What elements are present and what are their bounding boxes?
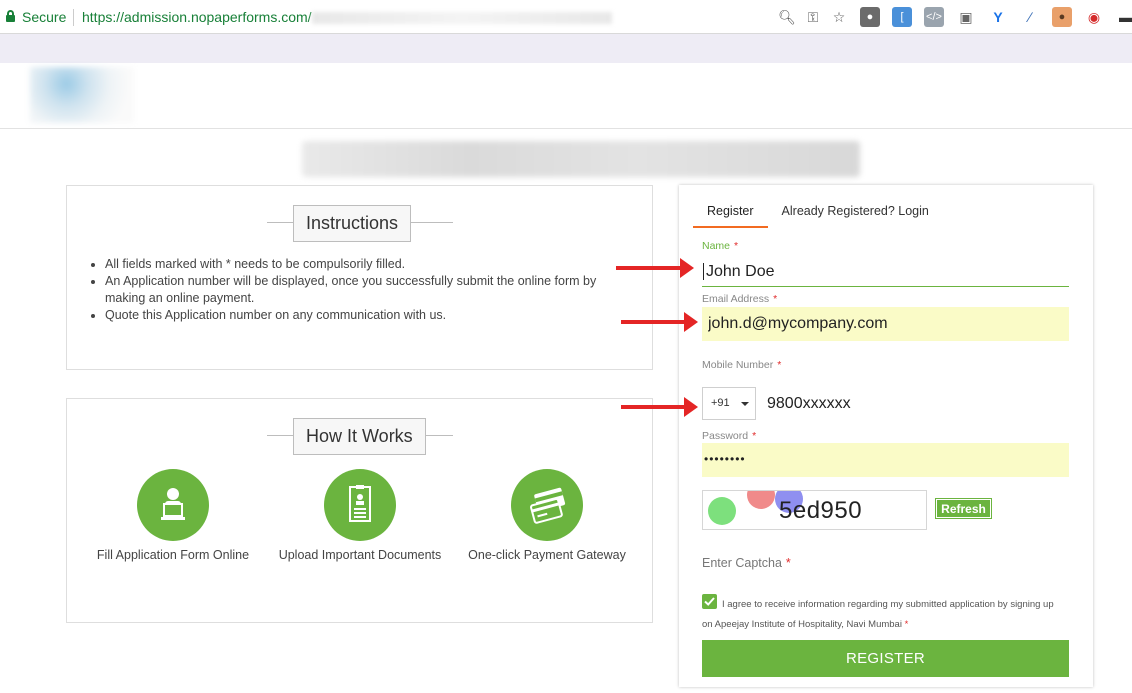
agree-checkbox[interactable] bbox=[702, 594, 717, 609]
form-tabs: Register Already Registered? Login bbox=[693, 204, 943, 228]
captcha-label-text: Enter Captcha bbox=[702, 556, 782, 570]
refresh-captcha-button[interactable]: Refresh bbox=[936, 499, 991, 518]
url-text[interactable]: https://admission.nopaperforms.com/ bbox=[82, 9, 312, 25]
tab-register[interactable]: Register bbox=[693, 204, 768, 228]
person-laptop-icon bbox=[137, 469, 209, 541]
extension-y-icon[interactable]: Y bbox=[988, 7, 1008, 27]
register-button[interactable]: REGISTER bbox=[702, 640, 1069, 677]
star-icon[interactable]: ☆ bbox=[830, 8, 848, 26]
url-redacted bbox=[312, 12, 612, 24]
camera-icon[interactable]: ▣ bbox=[956, 7, 976, 27]
list-item: An Application number will be displayed,… bbox=[105, 273, 625, 307]
how-step-label: Fill Application Form Online bbox=[96, 548, 250, 562]
annotation-arrow-icon bbox=[621, 397, 698, 417]
password-label: Password * bbox=[702, 430, 756, 442]
how-step-payment: One-click Payment Gateway bbox=[457, 469, 637, 562]
extension-code-icon[interactable]: </> bbox=[924, 7, 944, 27]
registration-form: Register Already Registered? Login Name *… bbox=[679, 185, 1093, 687]
required-mark: * bbox=[773, 293, 778, 305]
institute-logo bbox=[30, 67, 134, 123]
agree-text-content: I agree to receive information regarding… bbox=[702, 599, 1054, 630]
eyedropper-icon[interactable]: ∕ bbox=[1020, 7, 1040, 27]
site-header bbox=[0, 63, 1132, 129]
captcha-image: 5ed950 bbox=[702, 490, 927, 530]
instructions-panel: Instructions All fields marked with * ne… bbox=[66, 185, 653, 370]
password-field[interactable]: •••••••• bbox=[702, 443, 1069, 477]
extension-bulb-icon[interactable]: ● bbox=[860, 7, 880, 27]
email-field[interactable] bbox=[702, 307, 1069, 341]
how-it-works-panel: How It Works Fill Application Form Onlin… bbox=[66, 398, 653, 623]
extension-bracket-icon[interactable]: [ bbox=[892, 7, 912, 27]
country-code-value: +91 bbox=[711, 397, 730, 409]
agree-text: I agree to receive information regarding… bbox=[702, 595, 1062, 635]
key-icon[interactable]: ⚿ bbox=[804, 8, 822, 26]
browser-address-bar[interactable]: Secure https://admission.nopaperforms.co… bbox=[0, 0, 1132, 34]
password-label-text: Password bbox=[702, 430, 749, 442]
institute-title-redacted bbox=[302, 141, 860, 177]
required-mark: * bbox=[785, 556, 791, 570]
annotation-arrow-icon bbox=[616, 258, 694, 278]
instructions-list: All fields marked with * needs to be com… bbox=[105, 256, 625, 324]
email-label: Email Address * bbox=[702, 293, 777, 305]
lock-icon bbox=[6, 10, 15, 22]
bookmark-bar bbox=[0, 34, 1132, 63]
captcha-noise bbox=[708, 497, 736, 525]
tab-login[interactable]: Already Registered? Login bbox=[768, 204, 943, 228]
annotation-arrow-icon bbox=[621, 312, 698, 332]
name-field[interactable] bbox=[702, 258, 1069, 287]
required-mark: * bbox=[777, 359, 782, 371]
extension-ladybug-icon[interactable]: ◉ bbox=[1084, 7, 1104, 27]
mobile-field[interactable]: 9800xxxxxx bbox=[767, 395, 851, 413]
email-label-text: Email Address bbox=[702, 293, 770, 305]
checkmark-icon bbox=[704, 597, 715, 606]
name-label: Name * bbox=[702, 240, 738, 252]
divider bbox=[73, 9, 74, 26]
credit-card-icon bbox=[511, 469, 583, 541]
mobile-label: Mobile Number * bbox=[702, 359, 781, 371]
captcha-label: Enter Captcha * bbox=[702, 556, 791, 570]
how-step-fill-form: Fill Application Form Online bbox=[83, 469, 263, 562]
how-step-label: One-click Payment Gateway bbox=[468, 548, 626, 562]
caret-down-icon bbox=[741, 402, 749, 406]
text-cursor bbox=[703, 263, 704, 280]
secure-label: Secure bbox=[22, 9, 67, 25]
country-code-select[interactable]: +91 bbox=[702, 387, 756, 420]
instructions-title: Instructions bbox=[293, 205, 412, 242]
captcha-noise bbox=[747, 491, 775, 509]
required-mark: * bbox=[904, 619, 909, 630]
list-item: Quote this Application number on any com… bbox=[105, 307, 625, 324]
how-step-label: Upload Important Documents bbox=[278, 548, 442, 562]
document-icon bbox=[324, 469, 396, 541]
mobile-label-text: Mobile Number bbox=[702, 359, 774, 371]
name-label-text: Name bbox=[702, 240, 731, 252]
extension-mask-icon[interactable]: ▬ bbox=[1116, 7, 1132, 27]
how-step-upload-documents: Upload Important Documents bbox=[270, 469, 450, 562]
how-it-works-title: How It Works bbox=[293, 418, 426, 455]
extension-face-icon[interactable]: ● bbox=[1052, 7, 1072, 27]
required-mark: * bbox=[734, 240, 739, 252]
list-item: All fields marked with * needs to be com… bbox=[105, 256, 625, 273]
required-mark: * bbox=[752, 430, 757, 442]
captcha-text: 5ed950 bbox=[779, 497, 863, 524]
zoom-icon[interactable]: 🔍︎ bbox=[778, 8, 796, 26]
